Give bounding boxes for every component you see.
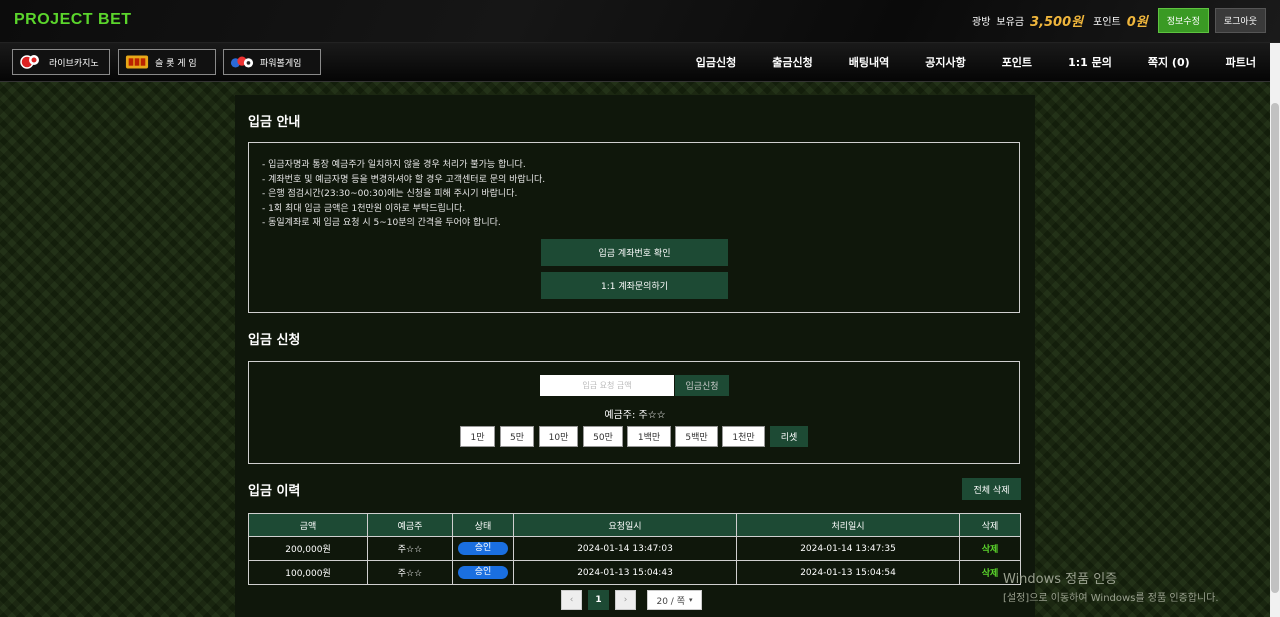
notice-line: - 은행 점검시간(23:30~00:30)에는 신청을 피해 주시기 바랍니다…	[262, 189, 518, 200]
balance-value: 3,500원	[1030, 14, 1084, 30]
amount-cell: 200,000원	[248, 536, 368, 561]
amount-chip-10k[interactable]: 1만	[460, 426, 495, 447]
request-box: 입금 요청 금액 입금신청 예금주: 주☆☆ 1만 5만 10만 50만 1백만…	[248, 361, 1020, 464]
notice-line: - 입금자명과 통장 예금주가 일치하지 않을 경우 처리가 불가능 합니다.	[262, 160, 526, 170]
notice-line: - 계좌번호 및 예금자명 등을 변경하셔야 할 경우 고객센터로 문의 바랍니…	[262, 174, 546, 185]
page-1-button[interactable]: 1	[588, 590, 609, 610]
chevron-down-icon: ▾	[688, 596, 693, 604]
table-row: 200,000원 주☆☆ 승인 2024-01-14 13:47:03 2024…	[248, 536, 1021, 561]
nav-withdraw[interactable]: 출금신청	[772, 54, 812, 70]
deposit-panel: 입금 안내 - 입금자명과 통장 예금주가 일치하지 않을 경우 처리가 불가능…	[235, 95, 1035, 617]
status-cell: 승인	[452, 560, 514, 585]
account-inquiry-button[interactable]: 1:1 계좌문의하기	[541, 272, 728, 299]
status-cell: 승인	[452, 536, 514, 561]
slot-game-button[interactable]: 슬 롯 게 임	[118, 49, 216, 75]
guide-notice-list: - 입금자명과 통장 예금주가 일치하지 않을 경우 처리가 불가능 합니다. …	[262, 158, 545, 231]
casino-chips-icon	[19, 53, 43, 71]
nav-notice[interactable]: 공지사항	[925, 54, 965, 70]
game-label: 파워볼게임	[260, 58, 302, 69]
history-title: 입금 이력	[248, 484, 301, 499]
account-holder: 예금주: 주☆☆	[604, 410, 666, 421]
notice-line: - 동일계좌로 재 입금 요청 시 5~10분의 간격을 두어야 합니다.	[262, 218, 501, 229]
page-size-select[interactable]: 20 / 쪽 ▾	[647, 590, 702, 610]
guide-box: - 입금자명과 통장 예금주가 일치하지 않을 경우 처리가 불가능 합니다. …	[248, 142, 1020, 313]
holder-cell: 주☆☆	[367, 536, 453, 561]
column-header: 금액	[248, 513, 368, 537]
balance-label: 보유금	[996, 16, 1025, 28]
table-row: 100,000원 주☆☆ 승인 2024-01-13 15:04:43 2024…	[248, 560, 1021, 585]
delete-cell: 삭제	[959, 536, 1021, 561]
nav-point[interactable]: 포인트	[1002, 54, 1032, 70]
amount-cell: 100,000원	[248, 560, 368, 585]
delete-row-button[interactable]: 삭제	[982, 569, 999, 579]
delete-row-button[interactable]: 삭제	[982, 545, 999, 555]
amount-chip-500k[interactable]: 50만	[583, 426, 623, 447]
nav-deposit[interactable]: 입금신청	[696, 54, 736, 70]
notice-line: - 1회 최대 입금 금액은 1천만원 이하로 부탁드립니다.	[262, 203, 466, 214]
table-header-row: 금액 예금주 상태 요청일시 처리일시 삭제	[248, 513, 1021, 537]
powerball-icon	[230, 53, 254, 71]
main-menu: 입금신청 출금신청 배팅내역 공지사항 포인트 1:1 문의 쪽지 (0) 파트…	[660, 43, 1256, 81]
apply-deposit-button[interactable]: 입금신청	[675, 375, 729, 396]
amount-chip-5m[interactable]: 5백만	[675, 426, 718, 447]
point-label: 포인트	[1093, 16, 1121, 28]
site-logo[interactable]: PROJECT BET	[14, 11, 132, 29]
game-label: 슬 롯 게 임	[155, 58, 197, 69]
nav-bar: 라이브카지노 슬 롯 게 임 파워볼게임 입금신청 출금신청 배팅내역 공지사항…	[0, 43, 1270, 82]
point-value: 0원	[1126, 14, 1148, 30]
nav-messages[interactable]: 쪽지 (0)	[1148, 54, 1190, 70]
powerball-button[interactable]: 파워볼게임	[223, 49, 321, 75]
column-header: 예금주	[367, 513, 453, 537]
nav-inquiry[interactable]: 1:1 문의	[1068, 54, 1112, 70]
windows-activation-watermark: Windows 정품 인증 [설정]으로 이동하여 Windows를 정품 인증…	[1003, 568, 1219, 604]
status-badge: 승인	[458, 542, 508, 555]
column-header: 요청일시	[513, 513, 737, 537]
request-title: 입금 신청	[248, 333, 301, 348]
user-name: 광방	[972, 16, 991, 28]
top-bar: PROJECT BET 광방 보유금 3,500원 포인트 0원 정보수정 로그…	[0, 0, 1280, 43]
reset-button[interactable]: 리셋	[770, 426, 808, 447]
nav-bet-history[interactable]: 배팅내역	[849, 54, 889, 70]
processed-cell: 2024-01-13 15:04:54	[736, 560, 960, 585]
deposit-history-table: 금액 예금주 상태 요청일시 처리일시 삭제 200,000원 주☆☆ 승인 2…	[248, 513, 1021, 585]
amount-chip-1m[interactable]: 1백만	[627, 426, 671, 447]
scrollbar-thumb[interactable]	[1271, 103, 1279, 593]
prev-page-button[interactable]: ‹	[561, 590, 582, 610]
check-account-button[interactable]: 입금 계좌번호 확인	[541, 239, 728, 266]
requested-cell: 2024-01-14 13:47:03	[513, 536, 737, 561]
logout-button[interactable]: 로그아웃	[1214, 7, 1266, 33]
processed-cell: 2024-01-14 13:47:35	[736, 536, 960, 561]
user-info: 광방 보유금 3,500원 포인트 0원 정보수정 로그아웃	[972, 7, 1266, 33]
amount-chip-10m[interactable]: 1천만	[722, 426, 765, 447]
column-header: 삭제	[959, 513, 1021, 537]
holder-cell: 주☆☆	[367, 560, 453, 585]
game-label: 라이브카지노	[49, 58, 99, 69]
amount-chip-100k[interactable]: 10만	[539, 426, 578, 447]
page-size-value: 20 / 쪽	[656, 596, 685, 607]
delete-all-button[interactable]: 전체 삭제	[962, 478, 1021, 500]
watermark-subtitle: [설정]으로 이동하여 Windows를 정품 인증합니다.	[1003, 593, 1219, 604]
guide-title: 입금 안내	[248, 115, 301, 130]
column-header: 상태	[452, 513, 514, 537]
amount-chip-50k[interactable]: 5만	[500, 426, 534, 447]
column-header: 처리일시	[736, 513, 960, 537]
status-badge: 승인	[458, 566, 508, 579]
scrollbar[interactable]	[1270, 43, 1280, 617]
edit-profile-button[interactable]: 정보수정	[1157, 7, 1209, 33]
requested-cell: 2024-01-13 15:04:43	[513, 560, 737, 585]
watermark-title: Windows 정품 인증	[1003, 572, 1118, 587]
live-casino-button[interactable]: 라이브카지노	[12, 49, 110, 75]
amount-input[interactable]: 입금 요청 금액	[540, 375, 674, 396]
nav-partner[interactable]: 파트너	[1226, 54, 1256, 70]
slot-machine-icon	[125, 53, 149, 71]
next-page-button[interactable]: ›	[615, 590, 636, 610]
